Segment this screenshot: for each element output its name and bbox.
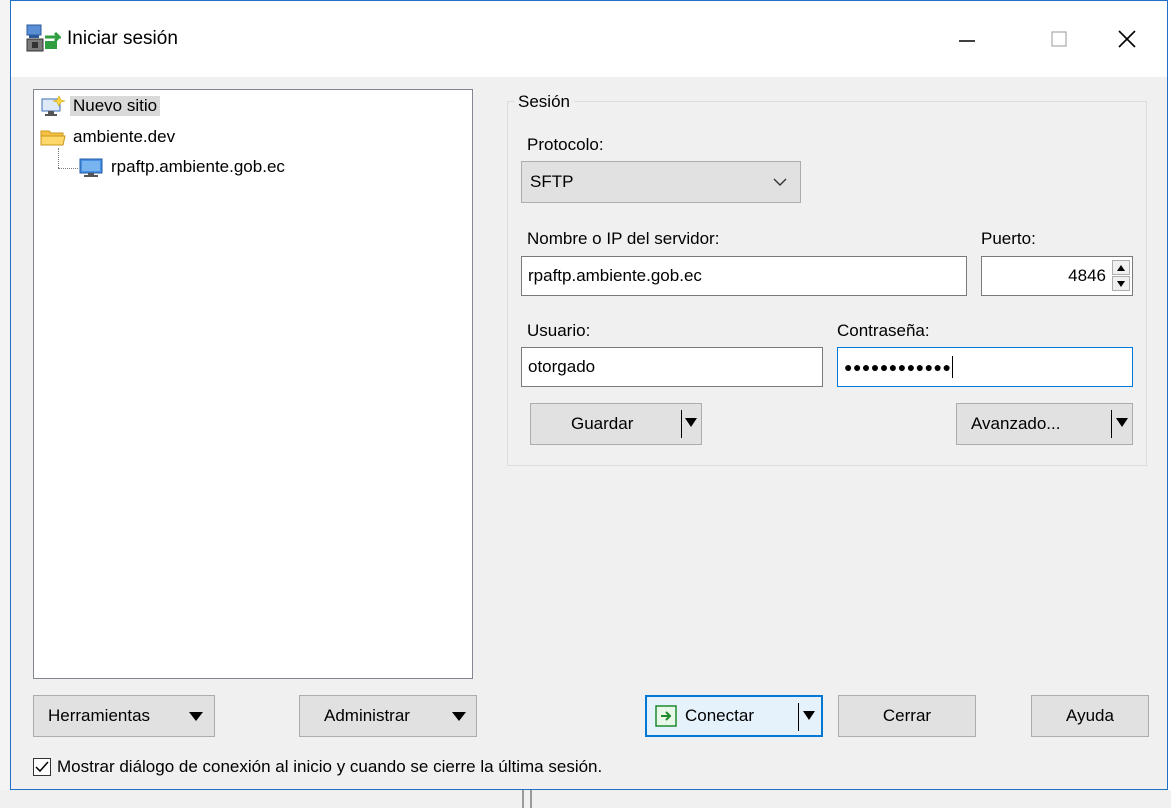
checkmark-icon [35, 761, 49, 773]
login-dialog: Iniciar sesión Nuevo sitio ambiente.dev … [10, 0, 1168, 790]
minimize-icon [959, 40, 975, 42]
background-divider [522, 790, 524, 808]
background-divider [530, 790, 532, 808]
connect-button-label: Conectar [685, 706, 754, 725]
dropdown-arrow-icon [803, 711, 815, 720]
advanced-button-label: Avanzado... [971, 414, 1061, 433]
user-value: otorgado [528, 357, 596, 376]
user-label: Usuario: [527, 321, 591, 340]
tree-item-label: Nuevo sitio [70, 96, 161, 116]
port-spinner[interactable] [1112, 260, 1130, 292]
manage-button[interactable]: Administrar [299, 695, 477, 737]
minimize-button[interactable] [921, 1, 1013, 77]
tree-item-label: rpaftp.ambiente.gob.ec [111, 157, 285, 176]
chevron-down-icon [773, 178, 787, 186]
help-button-label: Ayuda [1066, 706, 1114, 725]
port-label: Puerto: [981, 229, 1036, 248]
tree-item-label: ambiente.dev [73, 127, 176, 146]
new-site-icon [41, 95, 66, 116]
tree-item-site[interactable]: rpaftp.ambiente.gob.ec [78, 154, 288, 180]
folder-icon [40, 130, 66, 146]
user-input[interactable]: otorgado [521, 347, 823, 387]
tools-button[interactable]: Herramientas [33, 695, 215, 737]
close-window-button[interactable] [1081, 1, 1171, 77]
save-button[interactable]: Guardar [530, 403, 702, 445]
split-separator [681, 410, 682, 438]
port-value: 4846 [1068, 266, 1106, 285]
protocol-select[interactable]: SFTP [521, 161, 801, 203]
manage-button-label: Administrar [324, 706, 410, 725]
show-dialog-option[interactable]: Mostrar diálogo de conexión al inicio y … [33, 757, 602, 777]
save-button-label: Guardar [571, 414, 634, 433]
site-tree[interactable]: Nuevo sitio ambiente.dev rpaftp.ambiente… [33, 89, 473, 679]
advanced-button[interactable]: Avanzado... [956, 403, 1133, 445]
tree-item-new-site[interactable]: Nuevo sitio [40, 93, 161, 119]
password-value: ●●●●●●●●●●●● [844, 359, 952, 375]
computer-icon [79, 158, 103, 177]
show-dialog-checkbox[interactable] [33, 758, 51, 776]
help-button[interactable]: Ayuda [1031, 695, 1149, 737]
dropdown-arrow-icon [189, 712, 203, 721]
close-button[interactable]: Cerrar [838, 695, 976, 737]
dropdown-arrow-icon [1116, 418, 1128, 427]
protocol-value: SFTP [530, 172, 574, 191]
close-icon [1118, 30, 1136, 48]
dropdown-arrow-icon [685, 418, 697, 427]
maximize-icon [1051, 31, 1067, 47]
tree-item-folder[interactable]: ambiente.dev [40, 124, 178, 150]
spin-up-icon[interactable] [1112, 260, 1130, 275]
show-dialog-label: Mostrar diálogo de conexión al inicio y … [57, 757, 603, 776]
split-separator [798, 703, 799, 731]
tree-connector [58, 148, 59, 168]
connect-button[interactable]: Conectar [645, 695, 823, 737]
spin-down-icon[interactable] [1112, 276, 1130, 291]
dropdown-arrow-icon [452, 712, 466, 721]
host-label: Nombre o IP del servidor: [527, 229, 720, 248]
text-cursor [952, 356, 954, 378]
host-value: rpaftp.ambiente.gob.ec [528, 266, 702, 285]
split-separator [1111, 410, 1112, 438]
host-input[interactable]: rpaftp.ambiente.gob.ec [521, 256, 967, 296]
close-button-label: Cerrar [882, 706, 932, 725]
background-window-bottom [0, 790, 1171, 808]
password-label: Contraseña: [837, 321, 930, 340]
port-input[interactable]: 4846 [981, 256, 1133, 296]
title-bar: Iniciar sesión [11, 1, 1167, 77]
window-title: Iniciar sesión [67, 28, 178, 49]
tools-button-label: Herramientas [48, 706, 151, 725]
tree-connector [58, 168, 78, 169]
password-input[interactable]: ●●●●●●●●●●●● [837, 347, 1133, 387]
protocol-label: Protocolo: [527, 135, 604, 154]
session-group-label: Sesión [514, 92, 574, 112]
winscp-app-icon [26, 24, 61, 52]
login-icon [655, 705, 677, 727]
